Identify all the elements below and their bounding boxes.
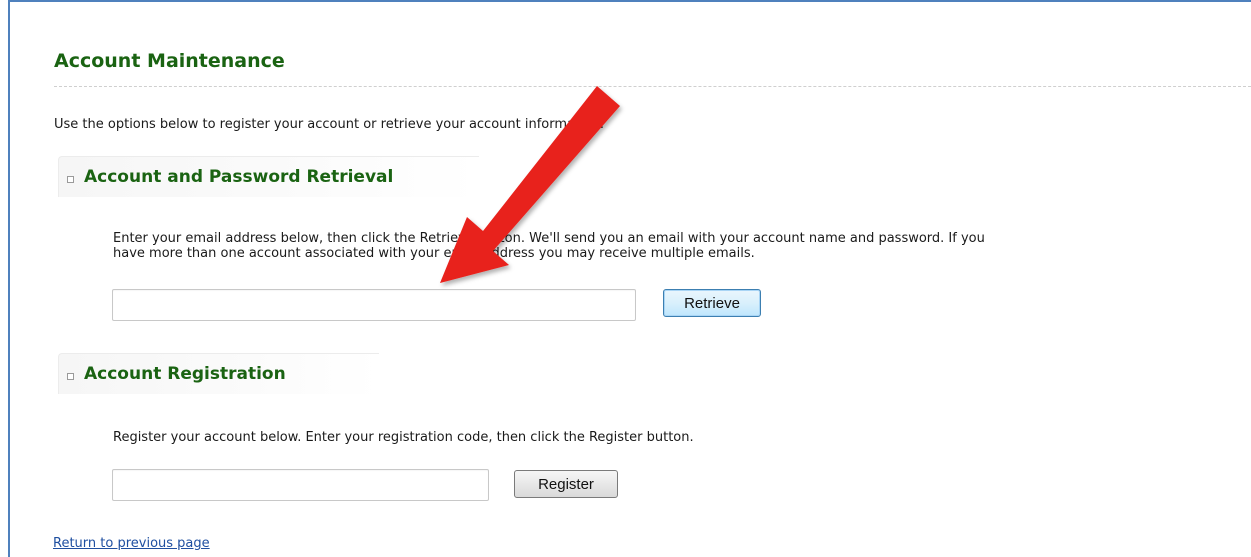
registration-section-header: Account Registration bbox=[58, 353, 379, 394]
square-bullet-icon bbox=[67, 176, 74, 183]
retrieval-description: Enter your email address below, then cli… bbox=[113, 231, 985, 261]
retrieval-section-title: Account and Password Retrieval bbox=[84, 167, 394, 187]
email-input[interactable] bbox=[112, 289, 636, 321]
registration-code-input[interactable] bbox=[112, 469, 489, 501]
title-divider bbox=[54, 86, 1251, 87]
retrieve-button[interactable]: Retrieve bbox=[663, 289, 761, 317]
return-to-previous-page-link[interactable]: Return to previous page bbox=[53, 536, 210, 551]
retrieval-description-line-2: have more than one account associated wi… bbox=[113, 246, 755, 261]
page-title: Account Maintenance bbox=[54, 50, 285, 72]
intro-text: Use the options below to register your a… bbox=[54, 117, 605, 132]
register-button[interactable]: Register bbox=[514, 470, 618, 498]
square-bullet-icon bbox=[67, 373, 74, 380]
retrieval-section-header: Account and Password Retrieval bbox=[58, 156, 479, 197]
registration-description: Register your account below. Enter your … bbox=[113, 430, 694, 445]
registration-section-title: Account Registration bbox=[84, 364, 286, 384]
retrieval-description-line-1: Enter your email address below, then cli… bbox=[113, 231, 985, 246]
